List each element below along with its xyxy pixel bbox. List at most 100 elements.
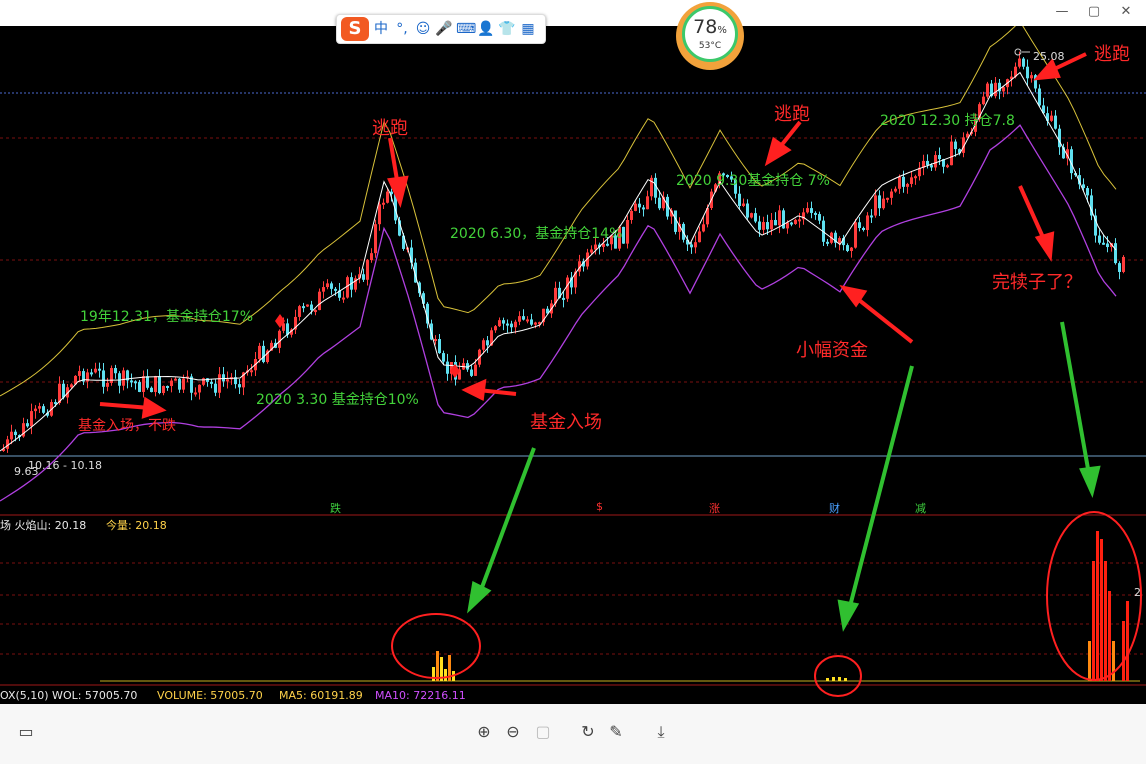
- candle-body: [498, 320, 501, 327]
- maximize-button[interactable]: ▢: [1086, 4, 1102, 20]
- flame-bar: [838, 677, 841, 681]
- candle-body: [950, 141, 953, 166]
- annotation-taopao-3: 逃跑: [1094, 44, 1130, 65]
- candle-body: [946, 165, 949, 168]
- candle-body: [646, 196, 649, 210]
- candle-body: [494, 326, 497, 331]
- candle-body: [522, 316, 525, 320]
- rotate-icon[interactable]: ↻: [578, 722, 598, 742]
- candle-body: [1030, 75, 1033, 79]
- sogou-logo-icon[interactable]: S: [341, 17, 369, 41]
- candle-body: [1114, 243, 1117, 264]
- candle-body: [6, 439, 9, 449]
- candle-body: [758, 221, 761, 230]
- candle-body: [502, 320, 505, 324]
- candle-body: [162, 385, 165, 394]
- candle-body: [250, 370, 253, 373]
- user-icon[interactable]: 👤: [477, 19, 495, 39]
- candle-body: [690, 244, 693, 248]
- candle-body: [62, 383, 65, 398]
- candle-body: [626, 219, 629, 244]
- candle-body: [178, 378, 181, 390]
- annotation-holding-2020-03: 2020 3.30 基金持仓10%: [256, 392, 419, 408]
- stock-chart-area[interactable]: 逃跑 逃跑 逃跑 基金入场 小幅资金 完犊子了？ 基金入场，不跌 19年12.3…: [0, 20, 1146, 704]
- zoom-out-icon[interactable]: ⊖: [503, 722, 523, 742]
- candle-body: [94, 368, 97, 373]
- event-marker-zhang[interactable]: 涨: [709, 500, 720, 516]
- candle-body: [1118, 263, 1121, 272]
- candle-body: [890, 191, 893, 198]
- flame-bar: [444, 669, 447, 681]
- punctuation-icon[interactable]: °,: [393, 19, 411, 39]
- candle-body: [986, 83, 989, 97]
- candle-body: [174, 378, 177, 381]
- candle-body: [798, 219, 801, 222]
- candle-body: [770, 219, 773, 230]
- candle-body: [114, 368, 117, 374]
- candle-body: [222, 374, 225, 382]
- candle-body: [1026, 66, 1029, 79]
- candle-body: [470, 369, 473, 376]
- microphone-icon[interactable]: 🎤: [435, 19, 453, 39]
- flame-bar: [1122, 621, 1125, 681]
- chinese-mode-icon[interactable]: 中: [372, 19, 390, 39]
- zoom-in-icon[interactable]: ⊕: [474, 722, 494, 742]
- candle-body: [370, 253, 373, 261]
- volume-ma10: MA10: 72216.11: [375, 689, 466, 702]
- candle-body: [202, 378, 205, 385]
- annotation-wandu: 完犊子了？: [992, 272, 1082, 293]
- event-marker-cai[interactable]: 财: [829, 500, 840, 516]
- candle-body: [226, 379, 229, 382]
- performance-widget[interactable]: 78% 53°C: [676, 2, 744, 70]
- flame-bar: [1126, 601, 1129, 681]
- window-titlebar: — ▢ ✕: [0, 0, 1146, 26]
- emoji-icon[interactable]: ☺: [414, 19, 432, 39]
- annotation-xiaofu-zijin: 小幅资金: [796, 340, 868, 361]
- download-icon[interactable]: ⤓: [651, 722, 671, 742]
- candle-body: [318, 291, 321, 311]
- candle-body: [78, 371, 81, 376]
- candle-body: [1102, 242, 1105, 245]
- candle-body: [850, 247, 853, 251]
- candle-body: [754, 213, 757, 222]
- candle-body: [382, 202, 385, 205]
- candle-body: [258, 345, 261, 360]
- toolbox-icon[interactable]: ▦: [519, 19, 537, 39]
- candle-body: [1082, 184, 1085, 189]
- ime-toolbar: S 中 °, ☺ 🎤 ⌨ 👤 👕 ▦: [336, 14, 546, 44]
- layout-icon[interactable]: ▭: [16, 722, 36, 742]
- candle-body: [590, 249, 593, 253]
- minimize-button[interactable]: —: [1054, 4, 1070, 20]
- candle-body: [134, 381, 137, 384]
- candle-body: [10, 431, 13, 440]
- candle-body: [446, 361, 449, 374]
- small-fund-circle: [814, 655, 862, 697]
- event-marker-jian[interactable]: 减: [915, 500, 926, 516]
- candle-body: [954, 141, 957, 150]
- candle-body: [322, 287, 325, 292]
- candle-body: [886, 197, 889, 200]
- candle-body: [982, 96, 985, 105]
- candle-body: [346, 277, 349, 298]
- event-marker-dollar[interactable]: $: [596, 500, 603, 513]
- skin-icon[interactable]: 👕: [498, 19, 516, 39]
- candle-body: [746, 203, 749, 218]
- fit-icon[interactable]: ▢: [533, 722, 553, 742]
- candle-body: [638, 203, 641, 208]
- candle-body: [194, 392, 197, 395]
- close-button[interactable]: ✕: [1118, 4, 1134, 20]
- event-marker-die[interactable]: 跌: [330, 500, 341, 516]
- candle-body: [698, 231, 701, 243]
- candle-body: [438, 339, 441, 354]
- annotation-holding-2020-12: 2020 12.30 持仓7.8: [880, 113, 1015, 129]
- keyboard-icon[interactable]: ⌨: [456, 19, 476, 39]
- candle-body: [198, 384, 201, 393]
- flame-bar: [1088, 641, 1091, 681]
- annotation-holding-2020-09: 2020 9.30基金持仓 7%: [676, 173, 830, 189]
- candle-body: [262, 345, 265, 363]
- candle-body: [566, 277, 569, 299]
- edit-icon[interactable]: ✎: [606, 722, 626, 742]
- candle-body: [882, 198, 885, 209]
- candle-body: [826, 241, 829, 244]
- candle-body: [26, 423, 29, 427]
